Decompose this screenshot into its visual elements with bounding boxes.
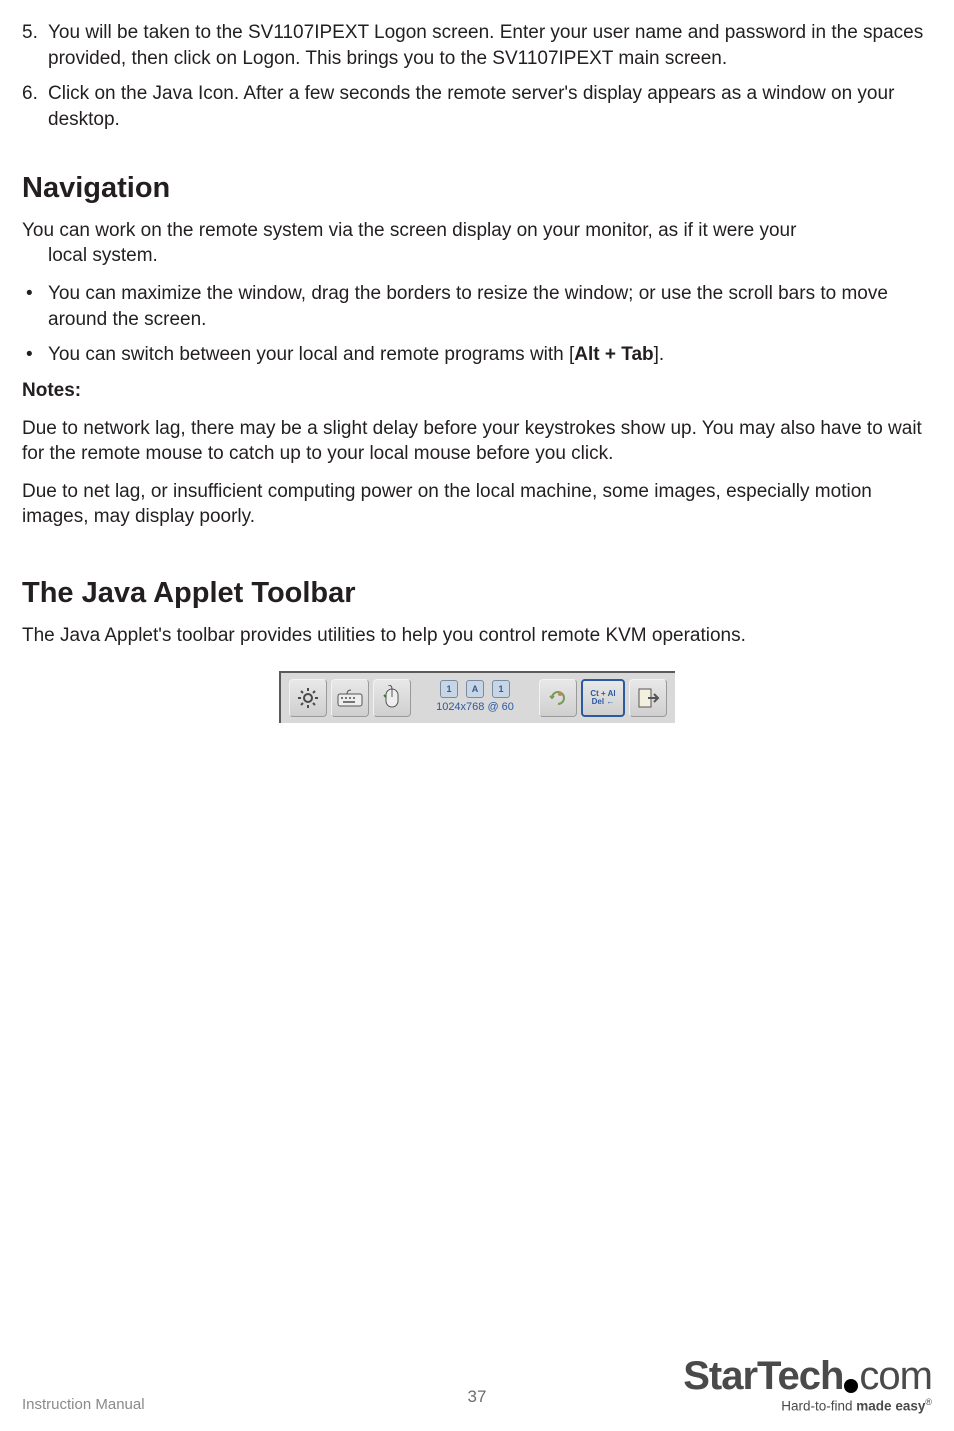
- section-heading-navigation: Navigation: [22, 169, 932, 208]
- numbered-list: 5. You will be taken to the SV1107IPEXT …: [22, 20, 932, 133]
- bullet-text: You can switch between your local and re…: [48, 342, 932, 368]
- bullet-list: • You can maximize the window, drag the …: [22, 281, 932, 368]
- logo: StarTech com: [683, 1354, 932, 1399]
- toolbar-figure: 1 A 1 1024x768 @ 60 Ct + Al Del ←: [22, 671, 932, 723]
- logo-dot-icon: [844, 1379, 858, 1393]
- num-lock-led: 1: [440, 680, 458, 698]
- notes-label: Notes:: [22, 378, 932, 404]
- resolution-text: 1024x768 @ 60: [419, 700, 531, 715]
- gear-icon: [289, 679, 327, 717]
- caps-lock-led: A: [466, 680, 484, 698]
- toolbar-intro: The Java Applet's toolbar provides utili…: [22, 623, 932, 649]
- notes-p2: Due to net lag, or insufficient computin…: [22, 479, 932, 530]
- tagline-plain: Hard-to-find: [781, 1398, 856, 1413]
- logo-suffix: com: [859, 1354, 932, 1399]
- nav-intro: You can work on the remote system via th…: [22, 218, 932, 269]
- nav-intro-line2: local system.: [48, 245, 158, 266]
- bullet-dot: •: [22, 342, 48, 368]
- toolbar-frame: 1 A 1 1024x768 @ 60 Ct + Al Del ←: [279, 671, 675, 723]
- list-text: You will be taken to the SV1107IPEXT Log…: [48, 20, 932, 71]
- page-content: 5. You will be taken to the SV1107IPEXT …: [22, 20, 932, 723]
- list-item: 5. You will be taken to the SV1107IPEXT …: [22, 20, 932, 71]
- list-item: • You can switch between your local and …: [22, 342, 932, 368]
- footer-logo-block: StarTech com Hard-to-find made easy®: [683, 1354, 932, 1414]
- refresh-icon: [539, 679, 577, 717]
- list-number: 6.: [22, 81, 48, 132]
- nav-intro-line1: You can work on the remote system via th…: [22, 220, 796, 241]
- bullet-dot: •: [22, 281, 48, 332]
- list-text: Click on the Java Icon. After a few seco…: [48, 81, 932, 132]
- list-item: 6. Click on the Java Icon. After a few s…: [22, 81, 932, 132]
- mouse-icon: [373, 679, 411, 717]
- registered-mark: ®: [925, 1397, 932, 1407]
- led-row: 1 A 1: [419, 680, 531, 698]
- page-footer: Instruction Manual 37 StarTech com Hard-t…: [22, 1354, 932, 1414]
- tagline-bold: made easy: [856, 1398, 925, 1413]
- notes-p1: Due to network lag, there may be a sligh…: [22, 416, 932, 467]
- exit-icon: [629, 679, 667, 717]
- bullet-text: You can maximize the window, drag the bo…: [48, 281, 932, 332]
- logo-tagline: Hard-to-find made easy®: [683, 1397, 932, 1414]
- logo-word: StarTech: [683, 1354, 843, 1399]
- page-number: 37: [468, 1387, 487, 1407]
- footer-left-text: Instruction Manual: [22, 1396, 145, 1413]
- toolbar-inner: 1 A 1 1024x768 @ 60 Ct + Al Del ←: [281, 673, 675, 723]
- list-number: 5.: [22, 20, 48, 71]
- list-item: • You can maximize the window, drag the …: [22, 281, 932, 332]
- scroll-lock-led: 1: [492, 680, 510, 698]
- toolbar-status-panel: 1 A 1 1024x768 @ 60: [415, 680, 535, 715]
- section-heading-toolbar: The Java Applet Toolbar: [22, 574, 932, 613]
- cad-line2: Del ←: [590, 698, 615, 706]
- ctrl-alt-del-button: Ct + Al Del ←: [581, 679, 625, 717]
- keyboard-icon: [331, 679, 369, 717]
